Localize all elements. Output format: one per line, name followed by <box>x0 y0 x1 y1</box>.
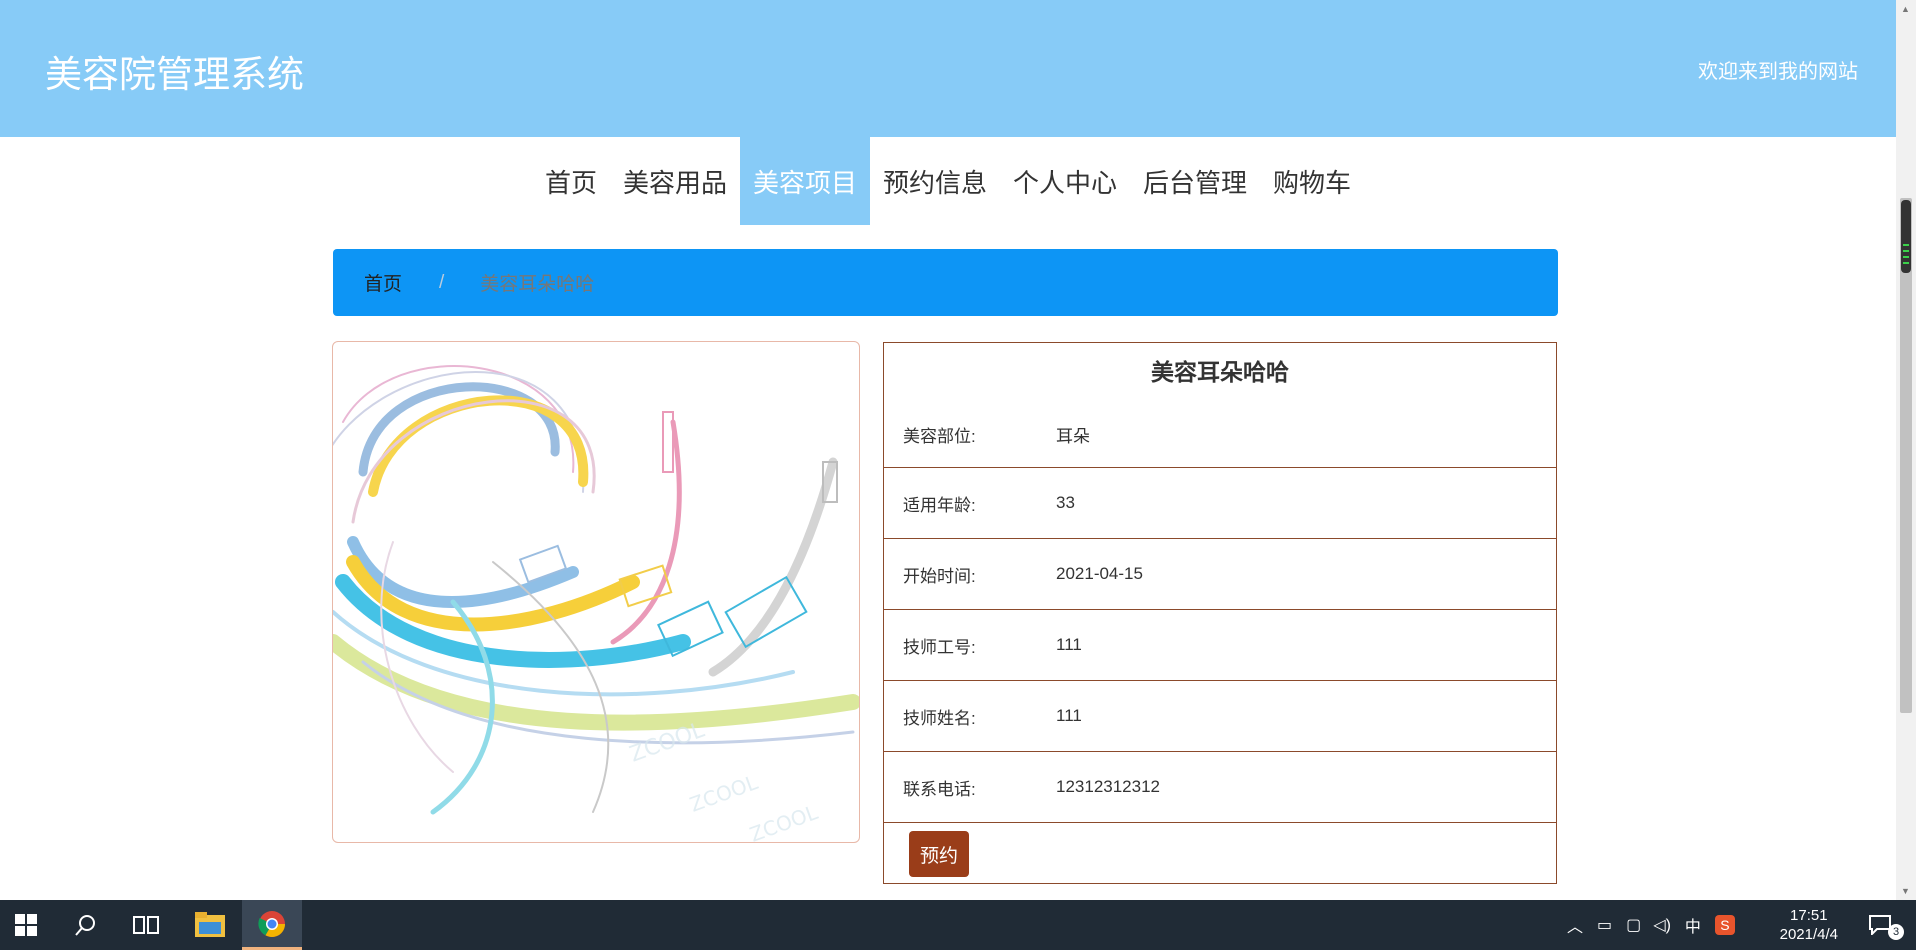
battery-icon[interactable]: ▭ <box>1597 915 1612 935</box>
network-icon[interactable]: ▢ <box>1626 915 1641 935</box>
detail-value: 111 <box>1056 706 1082 725</box>
svg-text:ZCOOL: ZCOOL <box>687 770 762 817</box>
nav-item-cart[interactable]: 购物车 <box>1260 137 1364 225</box>
sogou-input-icon[interactable]: S <box>1714 915 1735 935</box>
nav-item-personal-center[interactable]: 个人中心 <box>1000 137 1130 225</box>
svg-text:ZCOOL: ZCOOL <box>747 800 822 842</box>
windows-start-icon[interactable] <box>0 900 52 950</box>
detail-row-phone: 联系电话: 12312312312 <box>884 752 1556 823</box>
chrome-icon[interactable] <box>242 900 302 950</box>
task-view-icon[interactable] <box>120 900 172 950</box>
breadcrumb-separator: / <box>439 271 445 293</box>
project-title: 美容耳朵哈哈 <box>1151 359 1289 385</box>
detail-value: 耳朵 <box>1056 426 1090 446</box>
main-nav: 首页 美容用品 美容项目 预约信息 个人中心 后台管理 购物车 <box>0 137 1896 225</box>
scrollbar-grip-icon[interactable] <box>1901 200 1911 273</box>
breadcrumb-current: 美容耳朵哈哈 <box>480 274 595 295</box>
volume-icon[interactable]: ◁) <box>1653 915 1671 935</box>
cable-illustration: ZCOOL ZCOOL ZCOOL <box>333 365 859 842</box>
detail-label: 技师工号: <box>903 637 976 657</box>
detail-action-row: 预约 <box>884 823 1556 885</box>
clock-time: 17:51 <box>1790 907 1828 924</box>
clock-date: 2021/4/4 <box>1779 926 1838 943</box>
nav-item-admin[interactable]: 后台管理 <box>1130 137 1260 225</box>
chevron-up-icon[interactable]: ︿ <box>1567 913 1583 937</box>
site-title: 美容院管理系统 <box>45 54 304 95</box>
nav-item-home[interactable]: 首页 <box>532 137 610 225</box>
detail-label: 适用年龄: <box>903 495 976 515</box>
breadcrumb: 首页 / 美容耳朵哈哈 <box>333 249 1558 316</box>
page-scrollbar[interactable]: ▲ ▼ <box>1896 0 1916 900</box>
nav-item-beauty-projects[interactable]: 美容项目 <box>739 137 870 225</box>
nav-item-beauty-products[interactable]: 美容用品 <box>610 137 740 225</box>
notification-badge: 3 <box>1888 924 1904 940</box>
detail-row-tech-name: 技师姓名: 111 <box>884 681 1556 752</box>
file-explorer-icon[interactable] <box>182 900 238 950</box>
detail-label: 联系电话: <box>903 779 976 799</box>
detail-row-tech-id: 技师工号: 111 <box>884 610 1556 681</box>
nav-item-appointments[interactable]: 预约信息 <box>870 137 1000 225</box>
book-button[interactable]: 预约 <box>909 831 969 877</box>
detail-value: 111 <box>1056 635 1082 654</box>
scroll-down-arrow-icon[interactable]: ▼ <box>1901 886 1910 896</box>
scrollbar-thumb[interactable] <box>1900 198 1912 713</box>
project-detail-panel: 美容耳朵哈哈 美容部位: 耳朵 适用年龄: 33 开始时间: 2021-04-1… <box>883 342 1557 884</box>
detail-value: 12312312312 <box>1056 777 1161 796</box>
detail-value: 33 <box>1056 493 1075 512</box>
project-image: ZCOOL ZCOOL ZCOOL <box>332 341 860 843</box>
detail-row-age: 适用年龄: 33 <box>884 468 1556 539</box>
welcome-text: 欢迎来到我的网站 <box>1698 61 1858 83</box>
detail-row-start-time: 开始时间: 2021-04-15 <box>884 539 1556 610</box>
detail-label: 技师姓名: <box>903 708 976 728</box>
taskbar: ︿ ▭ ▢ ◁) 中 S 17:51 2021/4/4 3 <box>0 900 1916 950</box>
detail-row-body-part: 美容部位: 耳朵 <box>884 401 1556 468</box>
scroll-up-arrow-icon[interactable]: ▲ <box>1901 4 1910 14</box>
system-tray: ︿ ▭ ▢ ◁) 中 S <box>1567 900 1735 950</box>
site-header: 美容院管理系统 欢迎来到我的网站 <box>0 0 1896 137</box>
detail-label: 美容部位: <box>903 426 976 446</box>
ime-indicator[interactable]: 中 <box>1685 913 1701 937</box>
detail-label: 开始时间: <box>903 566 976 586</box>
taskbar-clock[interactable]: 17:51 2021/4/4 <box>1780 906 1838 944</box>
detail-value: 2021-04-15 <box>1056 564 1143 583</box>
breadcrumb-home-link[interactable]: 首页 <box>364 269 402 296</box>
search-icon[interactable] <box>60 900 112 950</box>
